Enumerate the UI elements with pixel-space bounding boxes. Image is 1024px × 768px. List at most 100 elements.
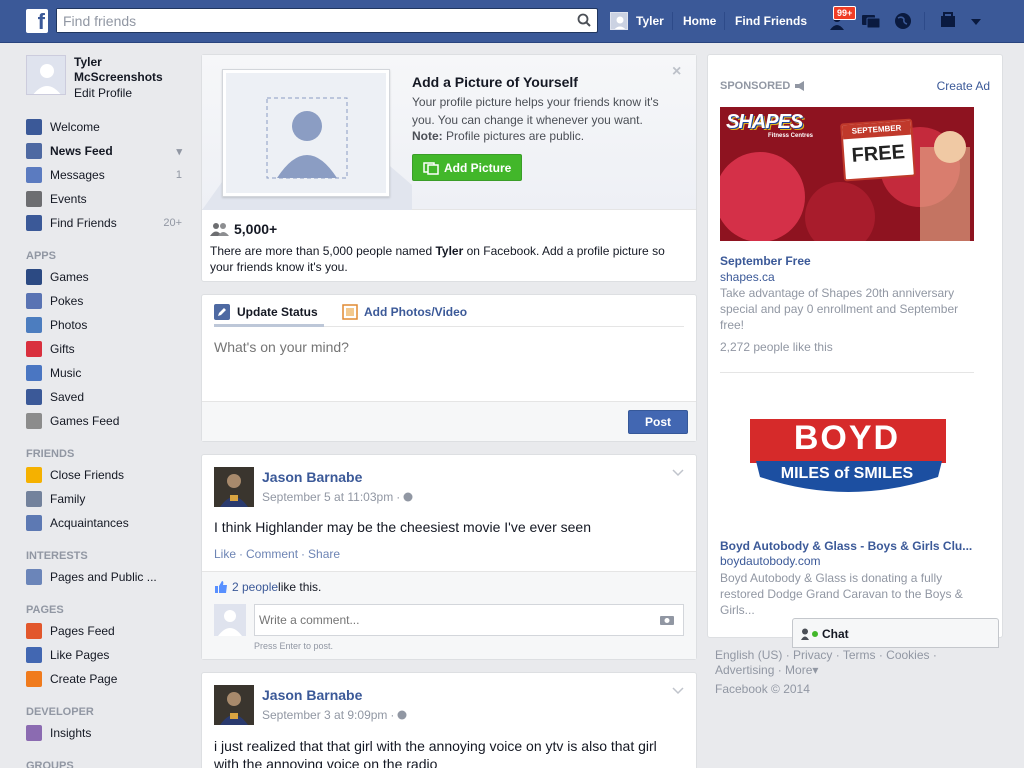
sidebar-item-welcome[interactable]: Welcome (26, 115, 196, 139)
add-picture-card: Add a Picture of Yourself Your profile p… (201, 54, 697, 282)
sidebar-item-events[interactable]: Events (26, 187, 196, 211)
post-author-avatar[interactable] (214, 467, 254, 507)
ad-title[interactable]: September Free (720, 254, 811, 268)
status-input[interactable] (214, 339, 684, 399)
sidebar-item-pages-and-public[interactable]: Pages and Public ... (26, 565, 196, 589)
sidebar-item-label: Events (50, 192, 87, 206)
settings-dropdown-icon[interactable] (966, 10, 986, 32)
chat-tab-inner: Chat (801, 627, 849, 641)
post-timestamp[interactable]: September 5 at 11:03pm (262, 490, 393, 504)
sidebar-item-photos[interactable]: Photos (26, 313, 196, 337)
post-text: i just realized that that girl with the … (214, 738, 657, 768)
post-button[interactable]: Post (628, 410, 688, 434)
profile-picture[interactable] (26, 55, 66, 95)
like-pages-icon (26, 647, 42, 663)
topbar-home-link[interactable]: Home (683, 14, 716, 28)
ad-domain[interactable]: shapes.ca (720, 270, 775, 284)
comment-link[interactable]: Comment (246, 547, 298, 561)
search-input[interactable] (57, 9, 557, 32)
calendar-month: SEPTEMBER (842, 120, 912, 140)
topbar-user-name[interactable]: Tyler (636, 14, 664, 28)
create-ad-link[interactable]: Create Ad (937, 79, 990, 93)
divider (724, 12, 725, 30)
note-text: Profile pictures are public. (446, 129, 585, 143)
share-link[interactable]: Share (308, 547, 340, 561)
sidebar-item-find-friends[interactable]: Find Friends 20+ (26, 211, 196, 235)
footer-link-language[interactable]: English (US) (715, 648, 782, 662)
divider (720, 372, 974, 373)
developer-heading: DEVELOPER (26, 706, 94, 718)
profile-name[interactable]: Tyler McScreenshots (74, 55, 184, 85)
footer-link-cookies[interactable]: Cookies (886, 648, 929, 662)
sidebar-item-label: Insights (50, 726, 92, 740)
tab-update-status[interactable]: Update Status (214, 304, 318, 320)
messages-icon[interactable] (861, 10, 881, 32)
footer-link-advertising[interactable]: Advertising (715, 663, 774, 677)
sidebar-item-label: Games Feed (50, 414, 120, 428)
topbar-profile-link[interactable] (610, 11, 628, 31)
friends-nav-list: Close Friends Family Acquaintances (26, 463, 196, 535)
post-timestamp[interactable]: September 3 at 9:09pm (262, 708, 387, 722)
caret-down-icon[interactable]: ▾ (812, 663, 818, 677)
footer-link-privacy[interactable]: Privacy (793, 648, 832, 662)
post-author-name[interactable]: Jason Barnabe (262, 687, 362, 703)
camera-icon[interactable] (659, 614, 675, 626)
chevron-down-icon[interactable] (672, 687, 684, 695)
interests-heading: INTERESTS (26, 550, 88, 562)
sidebar-item-gifts[interactable]: Gifts (26, 337, 196, 361)
sidebar-item-pages-feed[interactable]: Pages Feed (26, 619, 196, 643)
sidebar-item-close-friends[interactable]: Close Friends (26, 463, 196, 487)
sidebar-item-games-feed[interactable]: Games Feed (26, 409, 196, 433)
add-picture-button[interactable]: Add Picture (412, 154, 522, 181)
events-icon (26, 191, 42, 207)
sidebar-item-messages[interactable]: Messages 1 (26, 163, 196, 187)
boyd-ad-image[interactable]: BOYD MILES of SMILES (720, 385, 974, 533)
sidebar-item-pokes[interactable]: Pokes (26, 289, 196, 313)
caret-down-icon[interactable]: ▾ (176, 145, 182, 158)
ad-title[interactable]: Boyd Autobody & Glass - Boys & Girls Clu… (720, 539, 976, 553)
chat-tab[interactable]: Chat (792, 618, 999, 648)
edit-profile-link[interactable]: Edit Profile (74, 86, 132, 100)
name-count: 5,000+ (234, 221, 278, 237)
sidebar-item-label: Pages and Public ... (50, 570, 157, 584)
add-picture-title: Add a Picture of Yourself (412, 74, 578, 90)
boyd-logo-text: BOYD (793, 419, 901, 457)
footer-link-more[interactable]: More (785, 663, 812, 677)
globe-icon[interactable] (403, 492, 413, 502)
friend-requests-badge: 99+ (833, 6, 857, 20)
sidebar-item-saved[interactable]: Saved (26, 385, 196, 409)
search-icon[interactable] (577, 13, 591, 27)
name-count-row: 5,000+ (210, 221, 277, 237)
post-author-avatar[interactable] (214, 685, 254, 725)
sidebar-item-acquaintances[interactable]: Acquaintances (26, 511, 196, 535)
sidebar-item-news-feed[interactable]: News Feed ▾ (26, 139, 196, 163)
sidebar-item-count: 20+ (163, 217, 182, 229)
sidebar-item-music[interactable]: Music (26, 361, 196, 385)
topbar-find-friends-link[interactable]: Find Friends (735, 14, 807, 28)
footer: English (US) · Privacy · Terms · Cookies… (715, 648, 965, 697)
globe-icon[interactable] (397, 710, 407, 720)
tab-add-photos[interactable]: Add Photos/Video (342, 304, 467, 320)
sidebar-item-games[interactable]: Games (26, 265, 196, 289)
feed-post: Jason Barnabe September 5 at 11:03pm · I… (201, 454, 697, 660)
facebook-logo[interactable]: f (26, 9, 48, 34)
post-author-name[interactable]: Jason Barnabe (262, 469, 362, 485)
ad-domain[interactable]: boydautobody.com (720, 554, 821, 568)
chevron-down-icon[interactable] (672, 469, 684, 477)
close-icon[interactable]: × (672, 63, 681, 81)
messages-icon (26, 167, 42, 183)
notifications-globe-icon[interactable] (893, 10, 913, 32)
shapes-subtext: Fitness Centres (768, 133, 814, 139)
sidebar-item-create-page[interactable]: Create Page (26, 667, 196, 691)
footer-link-terms[interactable]: Terms (843, 648, 876, 662)
like-link[interactable]: Like (214, 547, 236, 561)
likes-count-link[interactable]: 2 people (232, 580, 278, 594)
sidebar-item-family[interactable]: Family (26, 487, 196, 511)
sidebar-item-insights[interactable]: Insights (26, 721, 196, 745)
saved-icon (26, 389, 42, 405)
privacy-shortcuts-icon[interactable] (938, 10, 958, 32)
comment-input[interactable] (255, 605, 645, 635)
profile-picture-placeholder (222, 69, 390, 197)
shapes-ad-image[interactable]: SHAPES Fitness Centres SEPTEMBER FREE (720, 107, 974, 241)
sidebar-item-like-pages[interactable]: Like Pages (26, 643, 196, 667)
